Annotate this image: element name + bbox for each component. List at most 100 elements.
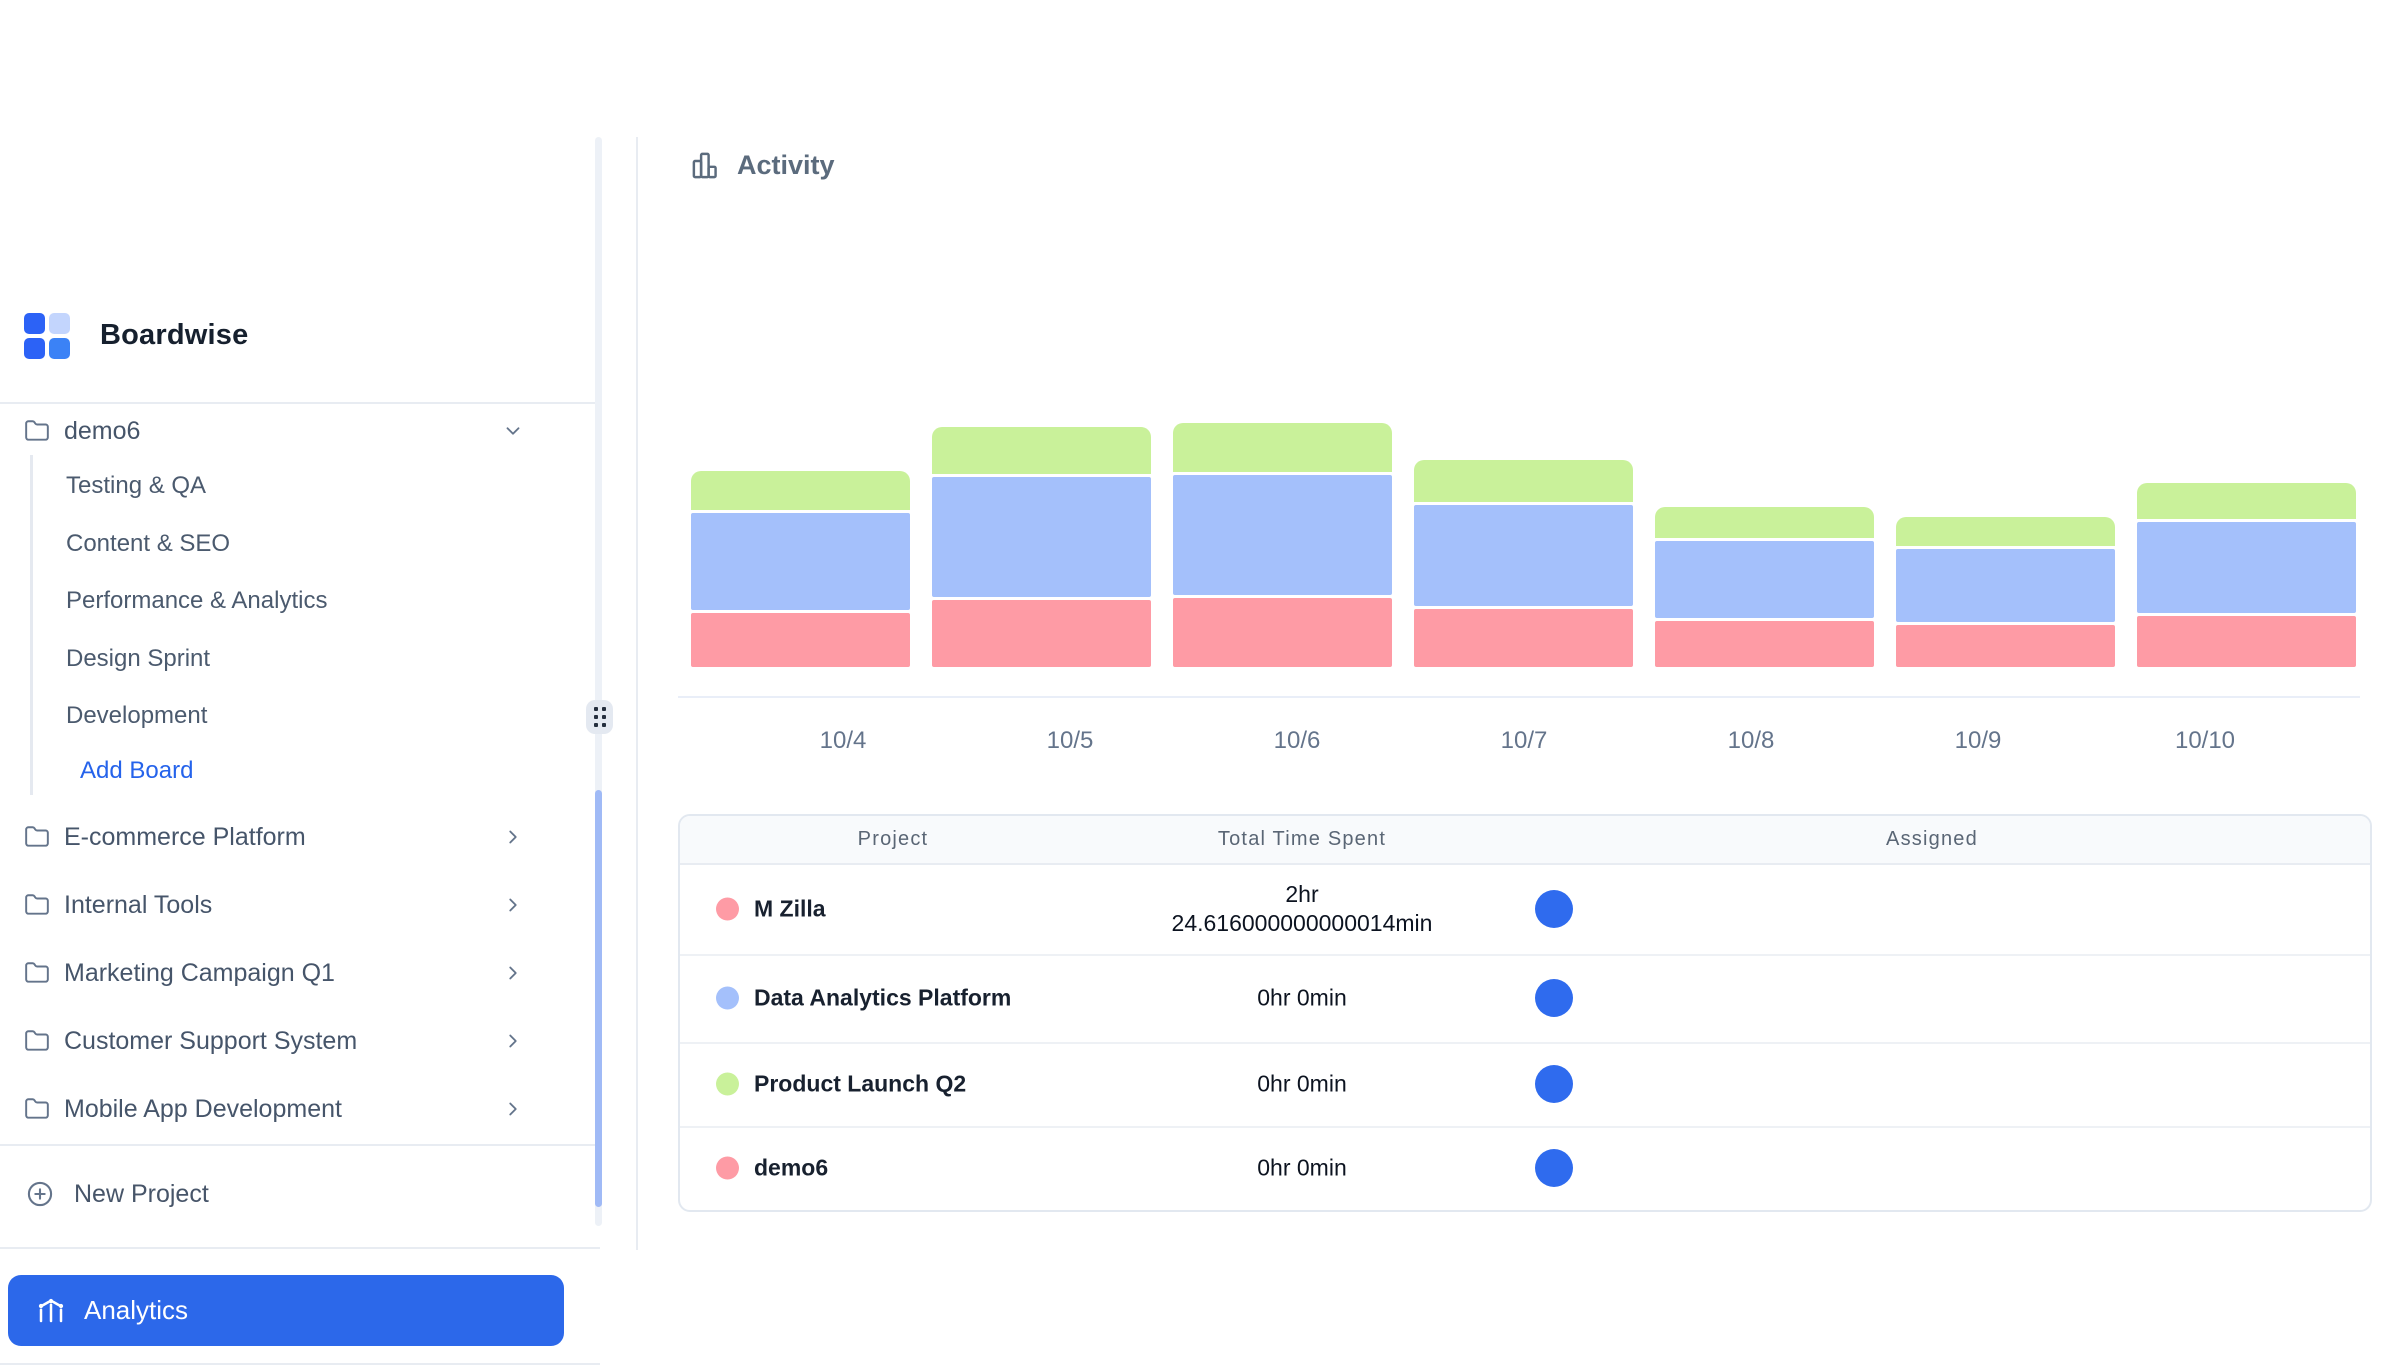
analytics-label: Analytics bbox=[84, 1295, 188, 1326]
x-axis-label: 10/9 bbox=[1918, 727, 2038, 755]
project-color-dot bbox=[716, 897, 739, 920]
chart-bar[interactable] bbox=[691, 471, 910, 667]
chart-segment-data-analytics-platform bbox=[1414, 505, 1633, 606]
project-name: demo6 bbox=[754, 1155, 828, 1182]
x-axis-label: 10/5 bbox=[1010, 727, 1130, 755]
plus-circle-icon bbox=[26, 1180, 54, 1208]
chart-segment-data-analytics-platform bbox=[1173, 475, 1392, 595]
chevron-right-icon[interactable] bbox=[502, 962, 524, 984]
column-header-project: Project bbox=[858, 816, 929, 863]
sidebar-item-label: E-commerce Platform bbox=[64, 823, 306, 852]
sidebar-board-item[interactable]: Design Sprint bbox=[66, 637, 496, 681]
chart-segment-product-launch-q2 bbox=[691, 471, 910, 510]
brand-title: Boardwise bbox=[100, 319, 248, 352]
chart-bar[interactable] bbox=[1655, 507, 1874, 667]
sidebar-item-label: demo6 bbox=[64, 417, 140, 446]
folder-icon bbox=[24, 892, 50, 918]
chart-segment-m-zilla bbox=[1655, 621, 1874, 667]
chart-bar[interactable] bbox=[1414, 460, 1633, 667]
chart-segment-data-analytics-platform bbox=[2137, 522, 2356, 613]
logo-square bbox=[24, 313, 45, 334]
folder-icon bbox=[24, 824, 50, 850]
chart-segment-m-zilla bbox=[2137, 616, 2356, 667]
analytics-button[interactable]: Analytics bbox=[8, 1275, 564, 1346]
sidebar-project-item[interactable]: Marketing Campaign Q1 bbox=[0, 947, 560, 999]
projects-table: Project Total Time Spent Assigned M Zilla 2… bbox=[678, 814, 2372, 1212]
logo-square bbox=[49, 313, 70, 334]
chart-bar[interactable] bbox=[1896, 517, 2115, 667]
chart-segment-data-analytics-platform bbox=[932, 477, 1151, 597]
sidebar-project-item[interactable]: Customer Support System bbox=[0, 1015, 560, 1067]
chevron-right-icon[interactable] bbox=[502, 826, 524, 848]
table-row: Product Launch Q20hr 0min bbox=[680, 1042, 2370, 1128]
project-color-dot bbox=[716, 1157, 739, 1180]
chart-segment-m-zilla bbox=[1414, 609, 1633, 667]
sidebar-item-label: Marketing Campaign Q1 bbox=[64, 959, 335, 988]
activity-title: Activity bbox=[737, 150, 835, 181]
project-color-dot bbox=[716, 1073, 739, 1096]
table-row: Data Analytics Platform 0hr 0min bbox=[680, 954, 2370, 1044]
table-header: Project Total Time Spent Assigned bbox=[680, 816, 2370, 865]
x-axis-label: 10/6 bbox=[1237, 727, 1357, 755]
chart-segment-product-launch-q2 bbox=[2137, 483, 2356, 519]
chart-segment-m-zilla bbox=[1896, 625, 2115, 667]
analytics-chart-icon bbox=[36, 1296, 66, 1326]
sidebar-board-item[interactable]: Development bbox=[66, 694, 496, 738]
sidebar-scrollbar-thumb[interactable] bbox=[595, 790, 602, 1207]
chart-segment-product-launch-q2 bbox=[1896, 517, 2115, 546]
sidebar-project-item[interactable]: Mobile App Development bbox=[0, 1083, 560, 1135]
chevron-right-icon[interactable] bbox=[502, 894, 524, 916]
total-time-spent: 2hr24.616000000000014min bbox=[1102, 880, 1502, 938]
app-logo-icon bbox=[24, 313, 70, 359]
new-project-label: New Project bbox=[74, 1180, 209, 1209]
sidebar-project-item[interactable]: Internal Tools bbox=[0, 879, 560, 931]
project-name: M Zilla bbox=[754, 895, 826, 922]
column-header-total-time-spent: Total Time Spent bbox=[1218, 816, 1386, 863]
new-project-button[interactable]: New Project bbox=[0, 1168, 560, 1220]
chart-bar[interactable] bbox=[1173, 423, 1392, 667]
sidebar-item-demo6[interactable]: demo6 bbox=[0, 405, 560, 457]
assigned-avatar[interactable] bbox=[1535, 890, 1573, 928]
project-name: Product Launch Q2 bbox=[754, 1071, 966, 1098]
chart-segment-m-zilla bbox=[1173, 598, 1392, 667]
x-axis-label: 10/4 bbox=[783, 727, 903, 755]
sidebar-board-item[interactable]: Content & SEO bbox=[66, 522, 496, 566]
chart-bar[interactable] bbox=[2137, 483, 2356, 667]
sidebar-item-label: Mobile App Development bbox=[64, 1095, 342, 1124]
bar-chart-icon bbox=[690, 150, 721, 181]
sidebar-board-item[interactable]: Testing & QA bbox=[66, 464, 496, 508]
sidebar: Boardwise demo6 Testing & QA Content & SE… bbox=[0, 137, 600, 1226]
chevron-right-icon[interactable] bbox=[502, 1030, 524, 1052]
x-axis-label: 10/7 bbox=[1464, 727, 1584, 755]
x-axis-label: 10/10 bbox=[2145, 727, 2265, 755]
folder-icon bbox=[24, 960, 50, 986]
x-axis-label: 10/8 bbox=[1691, 727, 1811, 755]
column-header-assigned: Assigned bbox=[1886, 816, 1978, 863]
folder-icon bbox=[24, 1028, 50, 1054]
project-color-dot bbox=[716, 987, 739, 1010]
chevron-right-icon[interactable] bbox=[502, 1098, 524, 1120]
project-name: Data Analytics Platform bbox=[754, 985, 1011, 1012]
chart-segment-product-launch-q2 bbox=[932, 427, 1151, 474]
sidebar-project-item[interactable]: E-commerce Platform bbox=[0, 811, 560, 863]
assigned-avatar[interactable] bbox=[1535, 979, 1573, 1017]
sidebar-board-item[interactable]: Performance & Analytics bbox=[66, 579, 496, 623]
sidebar-resize-handle[interactable] bbox=[586, 700, 613, 734]
sidebar-item-label: Customer Support System bbox=[64, 1027, 357, 1056]
chevron-down-icon[interactable] bbox=[502, 420, 524, 442]
assigned-avatar[interactable] bbox=[1535, 1065, 1573, 1103]
chart-segment-m-zilla bbox=[691, 613, 910, 667]
panel-divider bbox=[636, 137, 638, 1250]
divider bbox=[0, 402, 600, 404]
activity-header: Activity bbox=[690, 150, 835, 181]
folder-icon bbox=[24, 418, 50, 444]
chart-segment-product-launch-q2 bbox=[1173, 423, 1392, 472]
total-time-spent: 0hr 0min bbox=[1102, 984, 1502, 1013]
chart-segment-m-zilla bbox=[932, 600, 1151, 667]
chart-baseline bbox=[678, 696, 2360, 698]
table-row: M Zilla 2hr24.616000000000014min bbox=[680, 863, 2370, 956]
add-board-button[interactable]: Add Board bbox=[80, 749, 280, 793]
assigned-avatar[interactable] bbox=[1535, 1149, 1573, 1187]
chart-bar[interactable] bbox=[932, 427, 1151, 667]
logo-square bbox=[24, 338, 45, 359]
